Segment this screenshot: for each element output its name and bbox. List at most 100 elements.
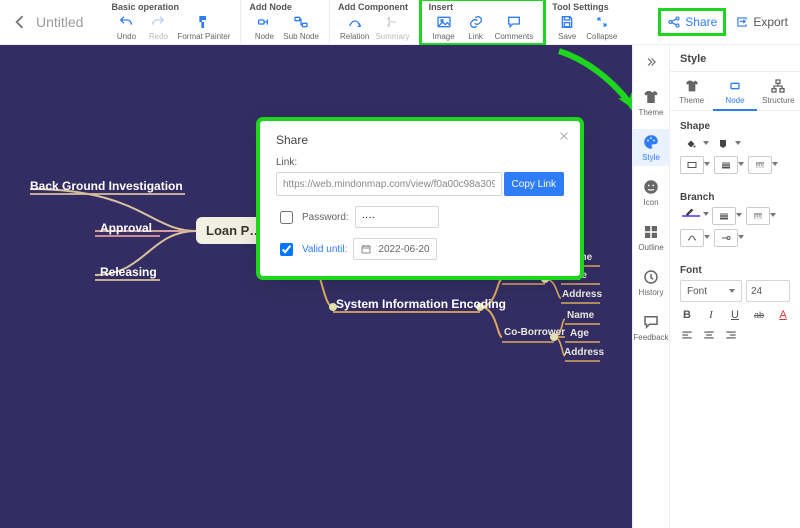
branch-width-selector[interactable] xyxy=(712,207,736,225)
pen-icon xyxy=(684,206,698,218)
leaf-name-2[interactable]: Name xyxy=(567,310,594,321)
bold-button[interactable]: B xyxy=(680,308,694,322)
align-left-button[interactable] xyxy=(680,328,694,342)
rail-history[interactable]: History xyxy=(633,264,669,301)
node-sys-encoding[interactable]: System Information Encoding xyxy=(336,297,506,311)
share-button[interactable]: Share xyxy=(661,11,723,33)
copy-link-button[interactable]: Copy Link xyxy=(504,172,564,196)
grid-icon xyxy=(642,223,660,241)
link-label: Link: xyxy=(276,157,564,168)
relation-button[interactable]: Relation xyxy=(338,14,371,41)
rail-style[interactable]: Style xyxy=(633,129,669,166)
paint-bucket-icon xyxy=(684,138,698,150)
comments-icon xyxy=(506,14,522,30)
branch-end-selector[interactable] xyxy=(714,229,738,247)
fill-icon xyxy=(716,138,730,150)
node-left-1[interactable]: Approval xyxy=(100,221,152,235)
insert-image-button[interactable]: Image xyxy=(429,14,459,41)
endcap-icon xyxy=(719,232,733,244)
back-button[interactable] xyxy=(10,12,30,32)
rail-theme[interactable]: Theme xyxy=(633,84,669,121)
toolbar-group-add-node: Add Node Node Sub Node xyxy=(241,0,330,44)
sub-node-icon xyxy=(293,14,309,30)
dialog-title: Share xyxy=(276,133,564,147)
italic-button[interactable]: I xyxy=(704,308,718,322)
rail-collapse-button[interactable] xyxy=(633,55,669,72)
branch-color-selector[interactable] xyxy=(680,207,702,223)
insert-link-button[interactable]: Link xyxy=(461,14,491,41)
rail-outline-label: Outline xyxy=(638,243,663,252)
dash-icon xyxy=(753,159,767,171)
node-co-borrower[interactable]: Co-Borrower xyxy=(504,327,565,338)
save-icon xyxy=(559,14,575,30)
panel-tab-structure[interactable]: Structure xyxy=(757,72,800,110)
font-family-select[interactable]: Font xyxy=(680,280,742,302)
sub-node-button[interactable]: Sub Node xyxy=(281,14,321,41)
export-button[interactable]: Export xyxy=(735,15,788,29)
toolbar-group-basic: Basic operation Undo Redo Format Painter xyxy=(103,0,241,44)
link-icon xyxy=(468,14,484,30)
node-left-0[interactable]: Back Ground Investigation xyxy=(30,179,183,193)
undo-icon xyxy=(118,14,134,30)
share-icon xyxy=(667,15,681,29)
shape-rect-selector[interactable] xyxy=(680,156,704,174)
align-right-button[interactable] xyxy=(724,328,738,342)
border-width-selector[interactable] xyxy=(714,156,738,174)
border-style-selector[interactable] xyxy=(748,156,772,174)
undo-button[interactable]: Undo xyxy=(111,14,141,41)
shape-fill-selector[interactable] xyxy=(680,136,702,152)
save-button[interactable]: Save xyxy=(552,14,582,41)
dash-icon xyxy=(751,210,765,222)
insert-comments-button[interactable]: Comments xyxy=(493,14,536,41)
relation-icon xyxy=(347,14,363,30)
font-size-value: 24 xyxy=(751,286,762,297)
panel-tab-theme[interactable]: Theme xyxy=(670,72,713,110)
rail-icon[interactable]: Icon xyxy=(633,174,669,211)
toolbar-group-tool-settings: Tool Settings Save Collapse xyxy=(544,0,627,44)
structure-icon xyxy=(770,78,786,94)
password-input[interactable] xyxy=(355,206,439,228)
collapse-icon xyxy=(594,14,610,30)
leaf-address-1[interactable]: Address xyxy=(562,289,602,300)
summary-button: Summary xyxy=(373,14,411,41)
annotation-arrow xyxy=(554,45,632,151)
strike-button[interactable]: ab xyxy=(752,308,766,322)
comments-label: Comments xyxy=(495,32,534,41)
branch-shape-selector[interactable] xyxy=(680,229,704,247)
shape-color-selector[interactable] xyxy=(712,136,734,152)
font-size-select[interactable]: 24 xyxy=(746,280,790,302)
doc-title[interactable]: Untitled xyxy=(36,14,83,30)
share-link-input[interactable] xyxy=(276,172,502,196)
valid-until-datepicker[interactable]: 2022-06-20 xyxy=(353,238,436,260)
mindmap-canvas[interactable]: Back Ground Investigation Approval Relea… xyxy=(0,45,632,528)
chevron-left-icon xyxy=(10,12,30,32)
link-label: Link xyxy=(468,32,483,41)
align-center-button[interactable] xyxy=(702,328,716,342)
leaf-age-2[interactable]: Age xyxy=(570,328,589,339)
group-title-toolset: Tool Settings xyxy=(552,2,619,12)
rail-outline[interactable]: Outline xyxy=(633,219,669,256)
align-right-icon xyxy=(724,328,738,342)
node-button[interactable]: Node xyxy=(249,14,279,41)
collapse-label: Collapse xyxy=(586,32,617,41)
underline-button[interactable]: U xyxy=(728,308,742,322)
rail-feedback[interactable]: Feedback xyxy=(633,309,669,346)
panel-tab-node[interactable]: Node xyxy=(713,72,756,111)
section-shape-title: Shape xyxy=(680,121,790,132)
font-color-button[interactable]: A xyxy=(776,308,790,322)
toolbar-group-add-component: Add Component Relation Summary xyxy=(330,0,421,44)
branch-dash-selector[interactable] xyxy=(746,207,770,225)
undo-label: Undo xyxy=(117,32,136,41)
group-title-insert: Insert xyxy=(429,2,536,12)
leaf-address-2[interactable]: Address xyxy=(564,347,604,358)
password-checkbox[interactable] xyxy=(280,211,293,224)
valid-until-checkbox[interactable] xyxy=(280,243,293,256)
node-left-2[interactable]: Releasing xyxy=(100,265,157,279)
group-title-add-comp: Add Component xyxy=(338,2,412,12)
format-painter-button[interactable]: Format Painter xyxy=(175,14,232,41)
valid-until-value: 2022-06-20 xyxy=(378,244,429,255)
collapse-button[interactable]: Collapse xyxy=(584,14,619,41)
section-font-title: Font xyxy=(680,265,790,276)
rail-theme-label: Theme xyxy=(639,108,664,117)
rail-feedback-label: Feedback xyxy=(633,333,668,342)
